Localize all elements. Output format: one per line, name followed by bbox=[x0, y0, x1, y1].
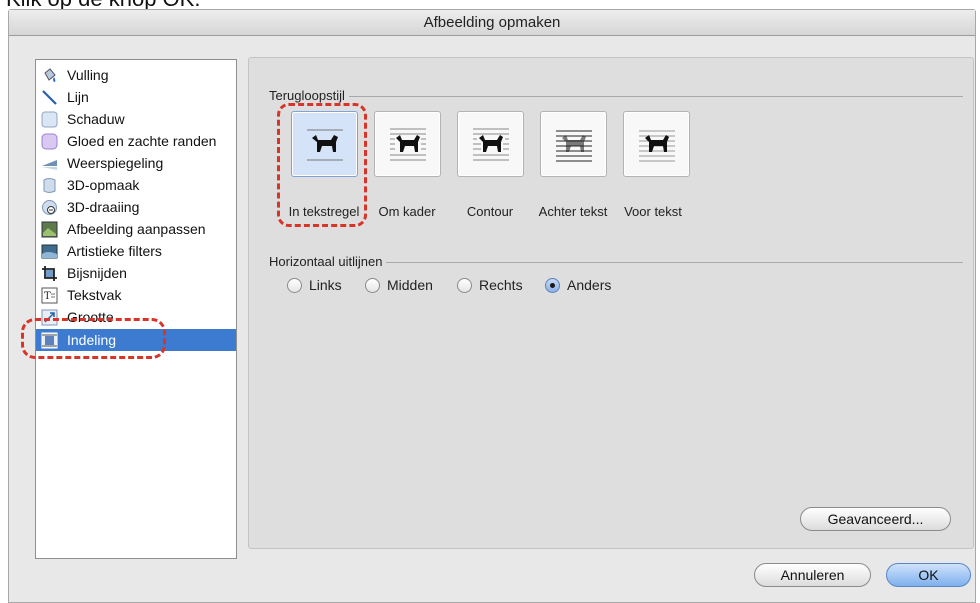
wrap-behind-text-icon bbox=[556, 130, 592, 162]
layout-icon bbox=[41, 332, 58, 348]
advanced-button[interactable]: Geavanceerd... bbox=[800, 507, 951, 531]
sidebar-item-label: Schaduw bbox=[67, 111, 125, 127]
sidebar-item-label: Tekstvak bbox=[67, 287, 122, 303]
wrap-tight-icon bbox=[473, 128, 509, 161]
sidebar-item-afbeelding-aanpassen[interactable]: Afbeelding aanpassen bbox=[36, 218, 236, 240]
sidebar-item-label: Artistieke filters bbox=[67, 243, 162, 259]
wrap-square-label: Om kader bbox=[378, 204, 436, 219]
layout-panel: Terugloopstijl In tekstregel Om kader Co… bbox=[248, 57, 974, 549]
wrap-square-button[interactable] bbox=[374, 111, 441, 177]
svg-text:T: T bbox=[44, 291, 51, 302]
wrap-tight-label: Contour bbox=[466, 204, 514, 219]
radio-label: Rechts bbox=[479, 277, 523, 293]
wrap-in-front-button[interactable] bbox=[623, 111, 690, 177]
sidebar-item-label: Gloed en zachte randen bbox=[67, 133, 217, 149]
sidebar-item-schaduw[interactable]: Schaduw bbox=[36, 108, 236, 130]
adjust-picture-icon bbox=[41, 221, 58, 237]
wrap-in-front-icon bbox=[639, 130, 675, 162]
align-left-radio[interactable]: Links bbox=[287, 276, 342, 294]
sidebar-item-lijn[interactable]: Lijn bbox=[36, 86, 236, 108]
crop-icon bbox=[42, 265, 57, 281]
radio-button[interactable] bbox=[457, 277, 472, 293]
format-picture-dialog: Afbeelding opmaken Vulling Lijn Schaduw … bbox=[8, 9, 976, 603]
sidebar-item-label: Bijsnijden bbox=[67, 265, 127, 281]
size-icon bbox=[41, 309, 58, 325]
sidebar-item-weerspiegeling[interactable]: Weerspiegeling bbox=[36, 152, 236, 174]
category-list: Vulling Lijn Schaduw Gloed en zachte ran… bbox=[35, 59, 237, 559]
line-icon bbox=[42, 89, 57, 105]
glow-icon bbox=[41, 133, 58, 149]
text-box-icon: T bbox=[41, 287, 58, 303]
radio-button[interactable] bbox=[287, 277, 302, 293]
radio-label: Midden bbox=[387, 277, 433, 293]
dialog-title: Afbeelding opmaken bbox=[423, 14, 561, 31]
sidebar-item-label: Vulling bbox=[67, 67, 109, 83]
wrap-behind-text-label: Achter tekst bbox=[538, 204, 608, 219]
wrap-in-front-label: Voor tekst bbox=[624, 204, 682, 219]
wrap-inline-icon bbox=[307, 129, 343, 161]
dialog-titlebar: Afbeelding opmaken bbox=[9, 10, 975, 36]
sidebar-item-label: Weerspiegeling bbox=[67, 155, 164, 171]
wrap-inline-label: In tekstregel bbox=[288, 204, 360, 219]
sidebar-item-label: Lijn bbox=[67, 89, 89, 105]
sidebar-item-gloed[interactable]: Gloed en zachte randen bbox=[36, 130, 236, 152]
radio-button[interactable] bbox=[365, 277, 380, 293]
sidebar-item-label: Grootte bbox=[67, 309, 114, 325]
align-other-radio[interactable]: Anders bbox=[545, 276, 611, 294]
sidebar-item-3d-draaiing[interactable]: 3D-draaiing bbox=[36, 196, 236, 218]
wrap-square-icon bbox=[390, 128, 426, 161]
sidebar-item-label: Afbeelding aanpassen bbox=[67, 221, 206, 237]
sidebar-item-label: 3D-draaiing bbox=[67, 199, 140, 215]
radio-label: Anders bbox=[567, 277, 612, 293]
3d-rotation-icon bbox=[42, 199, 57, 215]
3d-format-icon bbox=[43, 177, 56, 193]
sidebar-item-bijsnijden[interactable]: Bijsnijden bbox=[36, 262, 236, 284]
wrap-tight-button[interactable] bbox=[457, 111, 524, 177]
sidebar-item-tekstvak[interactable]: T Tekstvak bbox=[36, 284, 236, 306]
sidebar-item-vulling[interactable]: Vulling bbox=[36, 64, 236, 86]
sidebar-item-grootte[interactable]: Grootte bbox=[36, 306, 236, 328]
artistic-filters-icon bbox=[41, 244, 58, 258]
sidebar-item-artistieke-filters[interactable]: Artistieke filters bbox=[36, 240, 236, 262]
paint-bucket-icon bbox=[44, 67, 56, 82]
horizontal-align-heading: Horizontaal uitlijnen bbox=[269, 254, 387, 269]
shadow-icon bbox=[41, 111, 58, 127]
reflection-icon bbox=[42, 159, 57, 170]
sidebar-item-label: Indeling bbox=[67, 332, 117, 348]
wrap-group-divider bbox=[269, 96, 963, 97]
sidebar-item-3d-opmaak[interactable]: 3D-opmaak bbox=[36, 174, 236, 196]
sidebar-item-indeling[interactable]: Indeling bbox=[36, 329, 236, 351]
radio-label: Links bbox=[309, 277, 342, 293]
align-right-radio[interactable]: Rechts bbox=[457, 276, 523, 294]
align-center-radio[interactable]: Midden bbox=[365, 276, 433, 294]
wrap-inline-button[interactable] bbox=[291, 111, 358, 177]
cancel-button[interactable]: Annuleren bbox=[754, 563, 871, 587]
wrap-behind-text-button[interactable] bbox=[540, 111, 607, 177]
wrap-style-heading: Terugloopstijl bbox=[269, 88, 349, 103]
radio-button[interactable] bbox=[545, 277, 560, 293]
ok-button[interactable]: OK bbox=[886, 563, 971, 587]
sidebar-item-label: 3D-opmaak bbox=[67, 177, 140, 193]
